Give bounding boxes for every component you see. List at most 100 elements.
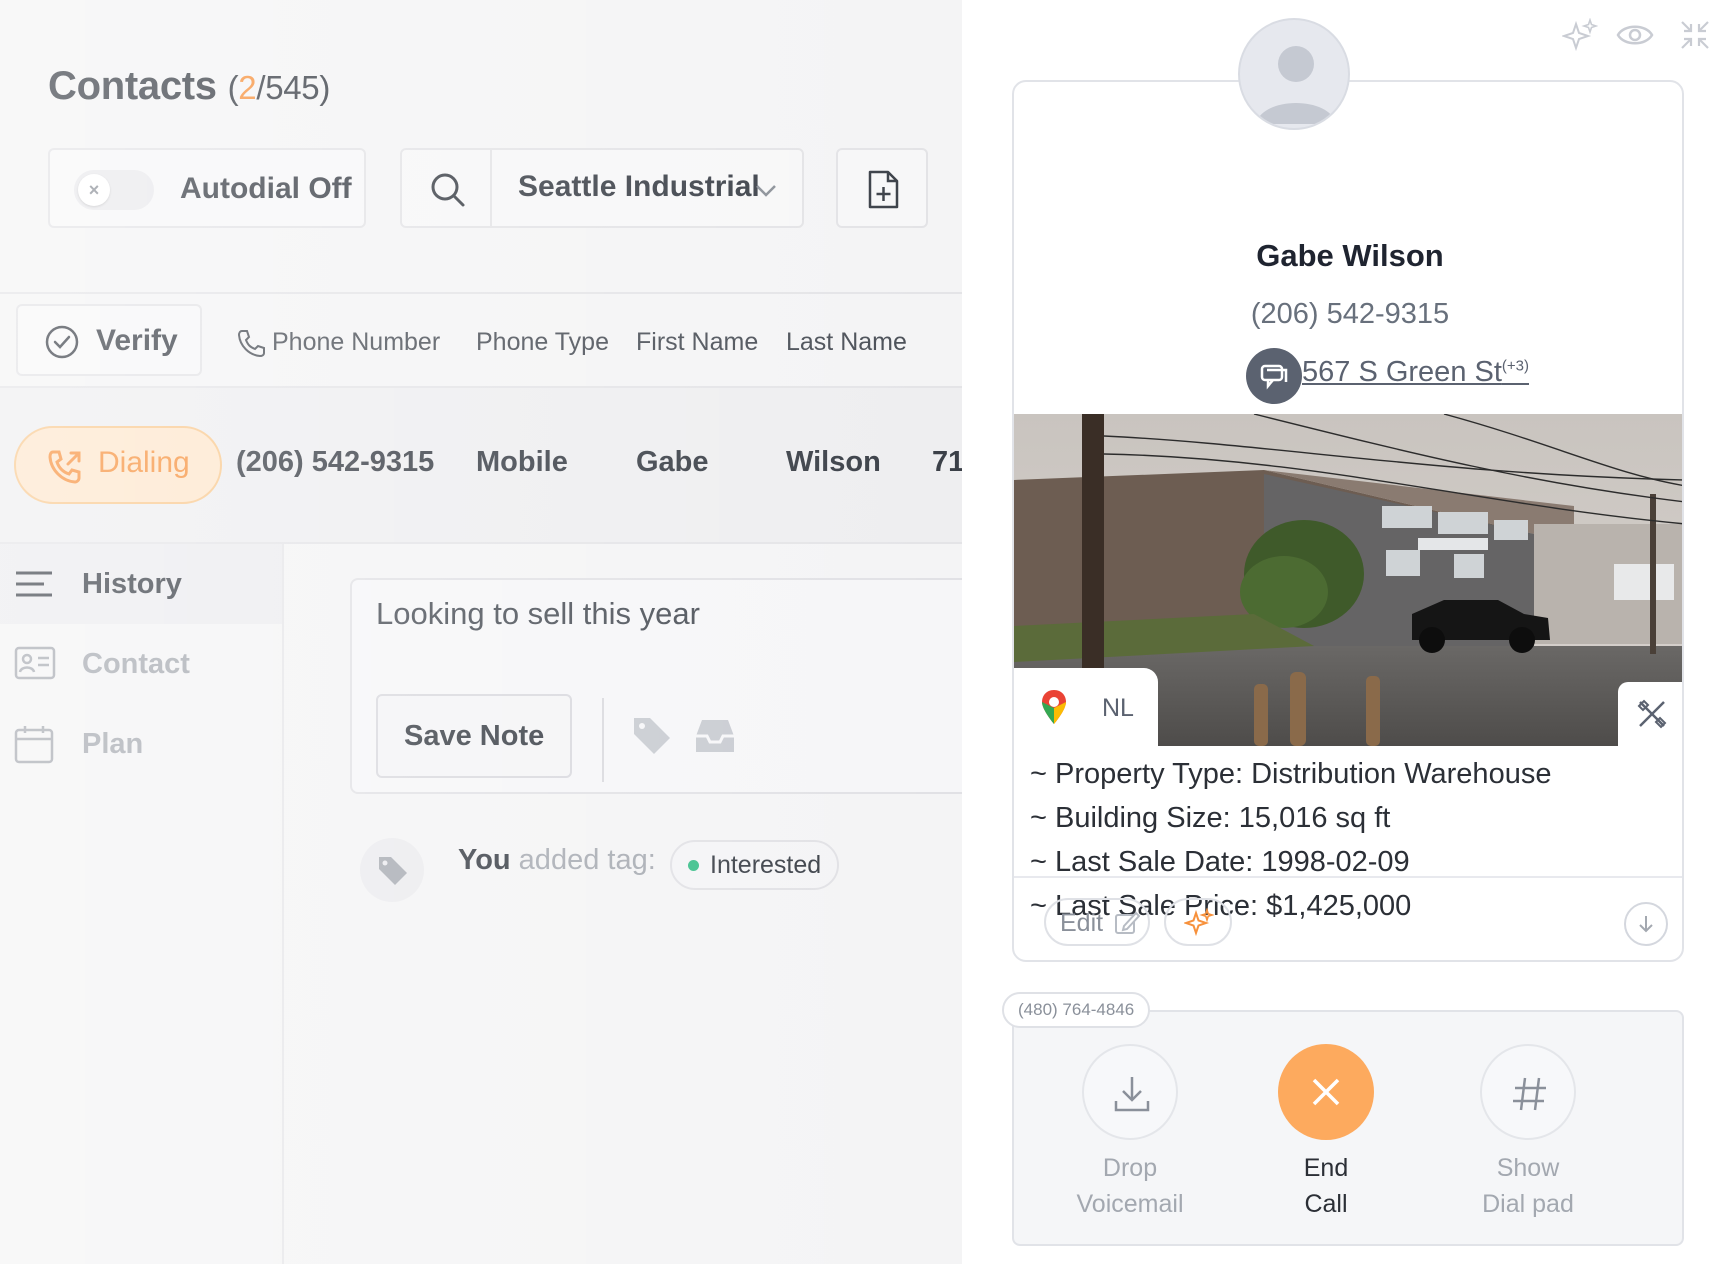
divider [602, 698, 604, 782]
map-pin-icon [1042, 690, 1066, 724]
page-title: Contacts (2/545) [48, 64, 330, 109]
chat-bubbles-icon [1260, 364, 1288, 390]
show-dialpad-button[interactable]: Show Dial pad [1428, 1044, 1628, 1222]
call-controls: Drop Voicemail End Call Show Dial pad [1012, 1010, 1684, 1246]
map-label: NL [1102, 694, 1134, 722]
divider [0, 292, 962, 294]
row-last-name: Wilson [786, 446, 881, 478]
ai-assist-button[interactable] [1164, 898, 1232, 946]
sidebar-item-label: History [82, 568, 182, 600]
sidebar-item-plan[interactable]: Plan [0, 704, 282, 784]
save-note-button[interactable]: Save Note [376, 694, 572, 778]
autodial-toggle[interactable]: × [74, 170, 154, 210]
label-line: End [1303, 1154, 1349, 1182]
tag-chip[interactable]: Interested [670, 840, 840, 890]
eye-icon[interactable] [1616, 20, 1654, 50]
show-dialpad-label: Show Dial pad [1428, 1150, 1628, 1222]
sidebar-item-contact[interactable]: Contact [0, 624, 282, 704]
address-extra-count: (+3) [1501, 357, 1529, 375]
drop-voicemail-circle [1082, 1044, 1178, 1140]
sidebar-item-label: Contact [82, 648, 190, 680]
label-line: Drop [1102, 1154, 1158, 1182]
label-line: Call [1304, 1190, 1348, 1218]
sparkles-icon [1184, 908, 1214, 937]
column-header-phone-number[interactable]: Phone Number [272, 328, 440, 357]
contact-count: (2/545) [227, 69, 331, 106]
activity-actor: You [458, 844, 511, 876]
phone-icon [237, 330, 265, 358]
status-dot [688, 860, 699, 871]
contact-name: Gabe Wilson [1256, 238, 1444, 273]
tag-label: Interested [710, 851, 822, 879]
property-line: ~ Property Type: Distribution Warehouse [1030, 758, 1552, 790]
hash-icon [1513, 1077, 1546, 1111]
address-text: 567 S Green St [1302, 356, 1502, 388]
note-editor: Looking to sell this year Save Note [350, 578, 962, 794]
sparkles-icon[interactable] [1562, 18, 1598, 54]
detail-sidebar: History Contact Plan [0, 544, 284, 1264]
column-header-first-name[interactable]: First Name [636, 328, 758, 357]
card-footer: Edit [1014, 876, 1682, 960]
contacts-pane: Contacts (2/545) × Autodial Off Seattle … [0, 0, 962, 1264]
list-selector: Seattle Industrial [400, 148, 804, 228]
avatar [1238, 18, 1350, 130]
column-header-phone-type[interactable]: Phone Type [476, 328, 609, 357]
tag-icon[interactable] [630, 714, 674, 758]
address-link[interactable]: 567 S Green St(+3) [1302, 356, 1529, 389]
row-next-cell: 71 [932, 446, 962, 478]
divider [490, 150, 492, 226]
end-call-circle [1278, 1044, 1374, 1140]
edit-button[interactable]: Edit [1044, 898, 1150, 946]
dialing-label: Dialing [98, 446, 190, 479]
list-name[interactable]: Seattle Industrial [518, 170, 760, 204]
google-maps-link[interactable]: NL [1014, 668, 1158, 746]
verify-label: Verify [96, 324, 178, 357]
calendar-icon [14, 726, 54, 764]
contact-detail-pane: Gabe Wilson (206) 542-9315 567 S Green S… [962, 0, 1718, 1264]
inbox-icon[interactable] [694, 716, 736, 756]
tools-button[interactable] [1618, 682, 1682, 746]
expand-button[interactable] [1624, 902, 1668, 946]
add-file-button[interactable] [836, 148, 928, 228]
autodial-control[interactable]: × Autodial Off [48, 148, 366, 228]
user-icon [1256, 46, 1336, 124]
label-line: Show [1496, 1154, 1560, 1182]
end-call-button[interactable]: End Call [1226, 1044, 1426, 1222]
drop-voicemail-label: Drop Voicemail [1030, 1150, 1230, 1222]
verify-button[interactable]: Verify [16, 304, 202, 376]
end-call-label: End Call [1226, 1150, 1426, 1222]
drop-voicemail-button[interactable]: Drop Voicemail [1030, 1044, 1230, 1222]
tag-icon [379, 857, 407, 885]
count-total: /545) [256, 69, 331, 106]
property-line: ~ Building Size: 15,016 sq ft [1030, 802, 1391, 834]
activity-text: You added tag: [458, 844, 656, 877]
sidebar-item-label: Plan [82, 728, 144, 760]
title-text: Contacts [48, 64, 217, 108]
label-line: Dial pad [1482, 1190, 1574, 1218]
autodial-label: Autodial Off [180, 172, 352, 205]
row-first-name: Gabe [636, 446, 709, 478]
toggle-off-icon: × [78, 174, 110, 206]
note-input[interactable]: Looking to sell this year [376, 596, 700, 632]
tools-icon [1637, 699, 1667, 729]
message-button[interactable] [1246, 348, 1302, 404]
column-header-last-name[interactable]: Last Name [786, 328, 907, 357]
file-plus-icon [868, 170, 899, 209]
download-icon [1114, 1077, 1150, 1112]
dialing-status-badge[interactable]: Dialing [14, 426, 222, 504]
edit-icon [1115, 911, 1140, 934]
row-phone: (206) 542-9315 [236, 446, 435, 478]
caller-id-badge: (480) 764-4846 [1002, 992, 1151, 1028]
sidebar-item-history[interactable]: History [0, 544, 282, 624]
contact-card: Gabe Wilson (206) 542-9315 567 S Green S… [1012, 80, 1684, 962]
count-open: ( [227, 69, 239, 106]
contact-phone[interactable]: (206) 542-9315 [1014, 298, 1682, 331]
count-selected: 2 [238, 69, 257, 106]
phone-outgoing-icon [48, 450, 81, 484]
label-line: Voicemail [1076, 1190, 1184, 1218]
search-icon[interactable] [428, 170, 468, 210]
activity-action: added tag: [510, 844, 656, 876]
minimize-icon[interactable] [1678, 18, 1712, 52]
chevron-down-icon[interactable] [754, 178, 778, 202]
activity-icon-bg [360, 838, 424, 902]
